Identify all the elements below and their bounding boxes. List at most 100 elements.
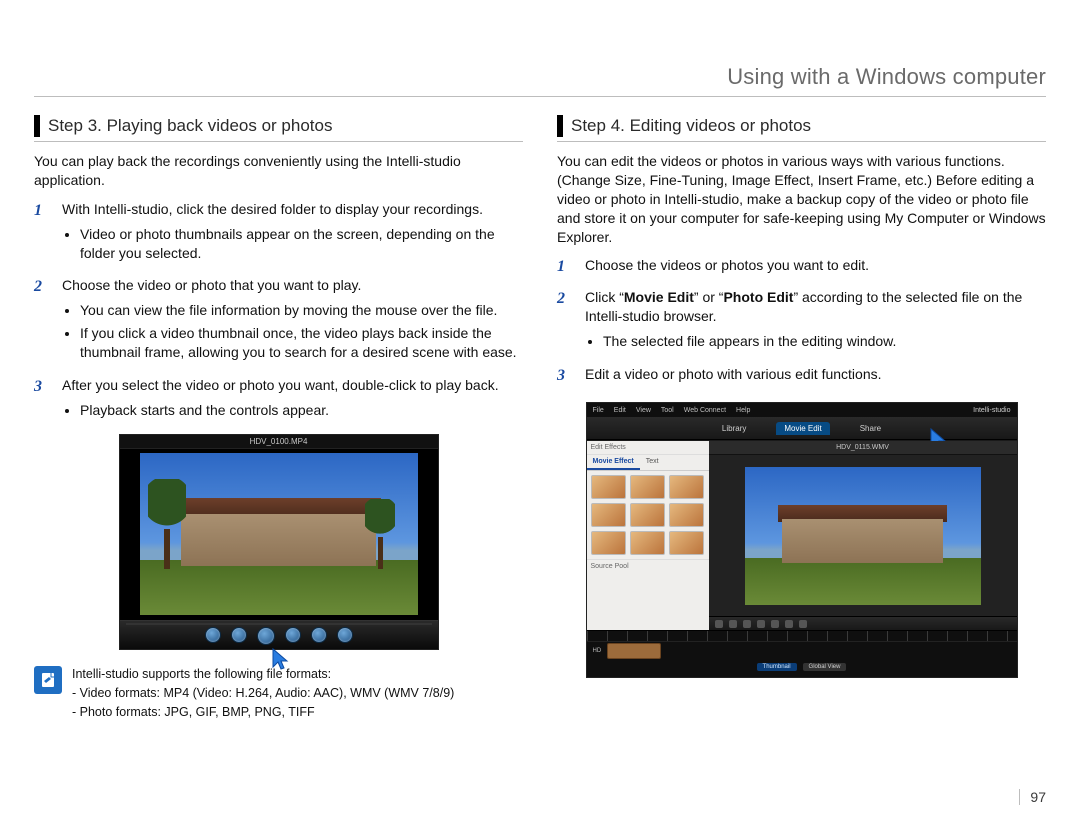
playback-window-figure: HDV_0100.MP4 (119, 434, 439, 650)
list-text: With Intelli-studio, click the desired f… (62, 201, 483, 217)
thumbnail-view-button[interactable]: Thumbnail (757, 663, 797, 671)
prev-button-icon[interactable] (205, 627, 221, 643)
text-tab[interactable]: Text (640, 455, 665, 470)
effect-thumbnail[interactable] (669, 503, 704, 527)
playback-window-title: HDV_0100.MP4 (120, 435, 438, 449)
list-number: 3 (557, 365, 571, 387)
list-body: Click “Movie Edit” or “Photo Edit” accor… (585, 288, 1046, 355)
movie-effect-tab[interactable]: Movie Effect (587, 455, 640, 470)
note-icon (34, 666, 62, 694)
playback-video-area (140, 453, 418, 615)
toolbar-button-icon[interactable] (771, 620, 779, 628)
play-pause-button-icon[interactable] (257, 627, 275, 645)
timeline-clip[interactable] (607, 643, 661, 659)
tab-share[interactable]: Share (852, 422, 889, 435)
editor-window-figure: File Edit View Tool Web Connect Help Int… (586, 402, 1018, 678)
step3-heading: Step 3. Playing back videos or photos (34, 115, 523, 142)
content-columns: Step 3. Playing back videos or photos Yo… (34, 115, 1046, 722)
menu-item[interactable]: Help (736, 407, 750, 414)
effect-thumbnail[interactable] (630, 531, 665, 555)
right-column: Step 4. Editing videos or photos You can… (557, 115, 1046, 722)
heading-bar-icon (34, 115, 40, 137)
step3-item-1: 1 With Intelli-studio, click the desired… (34, 200, 523, 267)
step4-item-1: 1 Choose the videos or photos you want t… (557, 256, 1046, 278)
timeline-track: HD (587, 642, 1017, 660)
sub-list-item: The selected file appears in the editing… (603, 332, 1046, 351)
timeline-view-buttons: Thumbnail Global View (587, 660, 1017, 674)
progress-bar[interactable] (126, 623, 432, 625)
list-text: After you select the video or photo you … (62, 377, 499, 393)
note-line-2: - Video formats: MP4 (Video: H.264, Audi… (72, 685, 454, 702)
forward-button-icon[interactable] (311, 627, 327, 643)
note-block: Intelli-studio supports the following fi… (34, 666, 523, 723)
effect-thumbnail[interactable] (669, 531, 704, 555)
editor-toolbar (709, 616, 1017, 631)
source-pool-title: Source Pool (587, 559, 709, 573)
menu-item[interactable]: File (593, 407, 604, 414)
step3-item-2: 2 Choose the video or photo that you wan… (34, 276, 523, 366)
menu-item[interactable]: Web Connect (684, 407, 726, 414)
effect-thumbnail[interactable] (591, 503, 626, 527)
movie-edit-label: Movie Edit (624, 289, 694, 305)
playback-window: HDV_0100.MP4 (119, 434, 439, 650)
effect-thumbnail[interactable] (591, 531, 626, 555)
sub-list: You can view the file information by mov… (62, 301, 523, 362)
note-line-1: Intelli-studio supports the following fi… (72, 666, 454, 683)
stop-button-icon[interactable] (285, 627, 301, 643)
photo-edit-label: Photo Edit (723, 289, 793, 305)
step3-title: Step 3. Playing back videos or photos (48, 116, 332, 136)
editor-filename: HDV_0115.WMV (709, 441, 1017, 455)
track-label: HD (593, 648, 602, 654)
step4-heading: Step 4. Editing videos or photos (557, 115, 1046, 142)
editor-right-panel: HDV_0115.WMV (709, 441, 1017, 631)
note-body: Intelli-studio supports the following fi… (72, 666, 454, 723)
tab-library[interactable]: Library (714, 422, 754, 435)
list-body: Choose the videos or photos you want to … (585, 256, 1046, 278)
page-title: Using with a Windows computer (34, 64, 1046, 97)
list-text: Edit a video or photo with various edit … (585, 366, 882, 382)
effects-grid (587, 471, 709, 559)
step4-item-3: 3 Edit a video or photo with various edi… (557, 365, 1046, 387)
editor-left-panel: Edit Effects Movie Effect Text (587, 441, 709, 631)
toolbar-button-icon[interactable] (743, 620, 751, 628)
playback-controls (120, 620, 438, 649)
sub-list-item: Playback starts and the controls appear. (80, 401, 523, 420)
edit-effects-tabs: Movie Effect Text (587, 455, 709, 471)
step4-title: Step 4. Editing videos or photos (571, 116, 811, 136)
editor-timeline: HD Thumbnail Global View (587, 630, 1017, 677)
effect-thumbnail[interactable] (669, 475, 704, 499)
list-body: Edit a video or photo with various edit … (585, 365, 1046, 387)
list-text: Choose the video or photo that you want … (62, 277, 361, 293)
effect-thumbnail[interactable] (630, 475, 665, 499)
list-number: 2 (34, 276, 48, 366)
rewind-button-icon[interactable] (231, 627, 247, 643)
list-number: 1 (34, 200, 48, 267)
effect-thumbnail[interactable] (591, 475, 626, 499)
sub-list-item: You can view the file information by mov… (80, 301, 523, 320)
toolbar-button-icon[interactable] (729, 620, 737, 628)
app-name: Intelli-studio (973, 407, 1010, 414)
toolbar-button-icon[interactable] (799, 620, 807, 628)
edit-effects-title: Edit Effects (587, 441, 709, 455)
list-number: 2 (557, 288, 571, 355)
menu-item[interactable]: Edit (614, 407, 626, 414)
heading-bar-icon (557, 115, 563, 137)
editor-preview (745, 467, 981, 605)
step4-list: 1 Choose the videos or photos you want t… (557, 256, 1046, 386)
global-view-button[interactable]: Global View (803, 663, 847, 671)
editor-window: File Edit View Tool Web Connect Help Int… (586, 402, 1018, 678)
manual-page: Using with a Windows computer Step 3. Pl… (0, 0, 1080, 825)
toolbar-button-icon[interactable] (785, 620, 793, 628)
menu-item[interactable]: Tool (661, 407, 674, 414)
menu-item[interactable]: View (636, 407, 651, 414)
timeline-ruler[interactable] (587, 631, 1017, 642)
sub-list: The selected file appears in the editing… (585, 332, 1046, 351)
list-number: 1 (557, 256, 571, 278)
toolbar-button-icon[interactable] (757, 620, 765, 628)
toolbar-button-icon[interactable] (715, 620, 723, 628)
tab-movie-edit[interactable]: Movie Edit (776, 422, 829, 435)
step3-intro: You can play back the recordings conveni… (34, 152, 523, 190)
sub-list: Playback starts and the controls appear. (62, 401, 523, 420)
effect-thumbnail[interactable] (630, 503, 665, 527)
next-button-icon[interactable] (337, 627, 353, 643)
